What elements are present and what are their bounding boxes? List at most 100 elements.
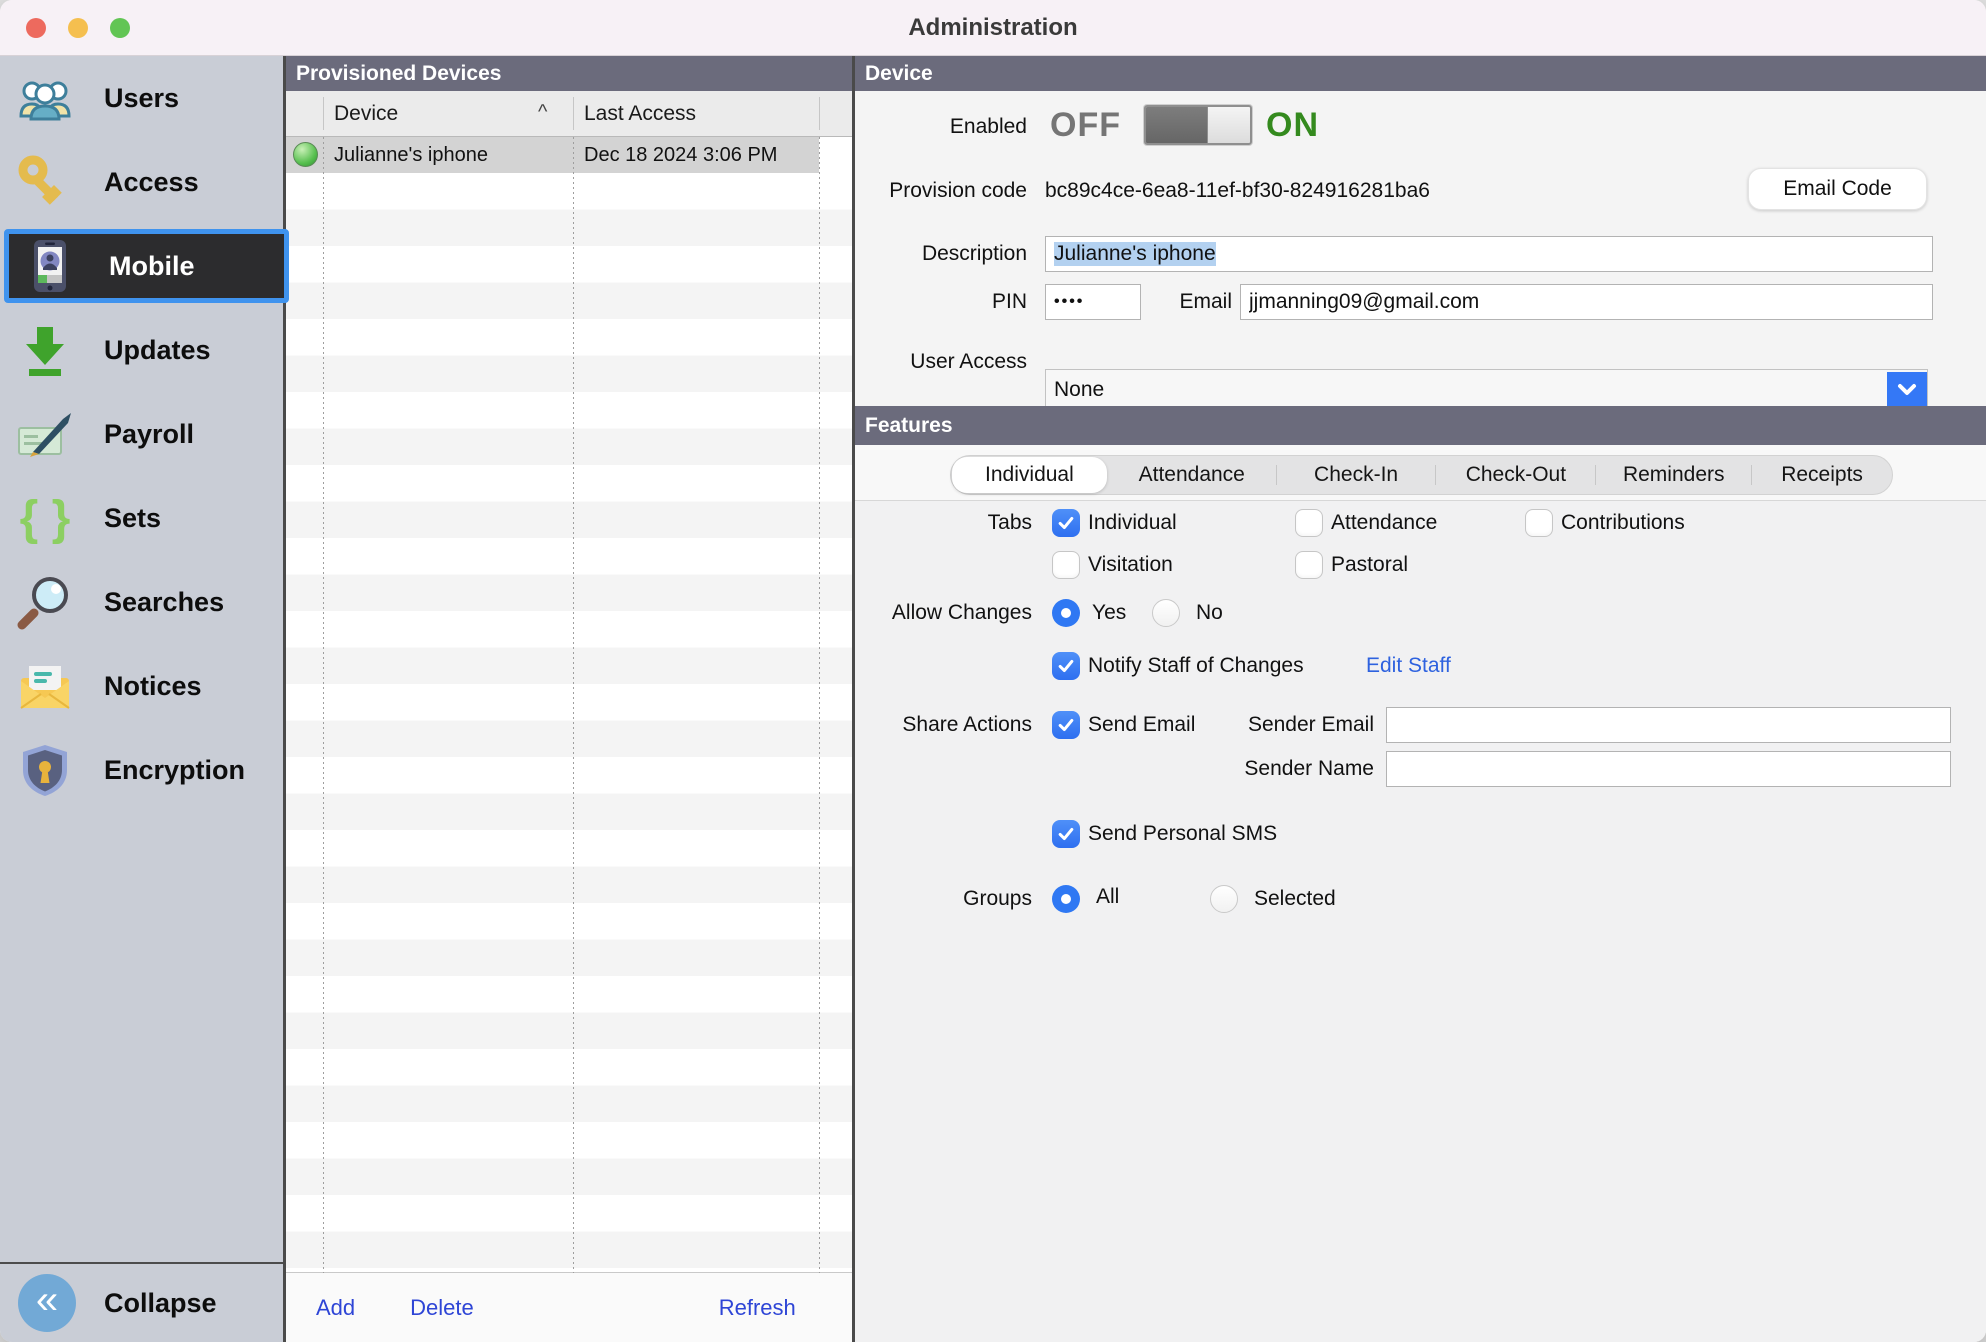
sidebar-item-access[interactable]: Access (0, 140, 283, 224)
radio-no-label: No (1196, 599, 1223, 627)
sidebar-item-updates[interactable]: Updates (0, 308, 283, 392)
check-pen-icon (16, 405, 74, 463)
add-device-button[interactable]: Add (316, 1295, 355, 1321)
provisioned-devices-panel: Provisioned Devices Device ^ Last Access… (286, 56, 852, 1342)
sidebar-item-users[interactable]: Users (0, 56, 283, 140)
column-gridline (819, 137, 820, 1273)
sidebar-footer: « Collapse (0, 1262, 283, 1342)
last-access-cell: Dec 18 2024 3:06 PM (584, 137, 777, 173)
device-table-header: Device ^ Last Access (286, 91, 852, 137)
sidebar-item-notices[interactable]: Notices (0, 644, 283, 728)
allow-changes-label: Allow Changes (855, 599, 1032, 627)
tab-check-in[interactable]: Check-In (1277, 456, 1436, 494)
description-field[interactable]: Julianne's iphone (1045, 236, 1933, 272)
sender-email-label: Sender Email (1202, 711, 1374, 739)
enabled-off-label[interactable]: OFF (1050, 106, 1121, 145)
toggle-knob[interactable] (1146, 107, 1208, 143)
svg-text:{ }: { } (20, 492, 71, 545)
refresh-devices-button[interactable]: Refresh (719, 1295, 796, 1321)
mobile-icon (21, 237, 79, 295)
provision-code-label: Provision code (855, 177, 1027, 205)
radio-groups-selected[interactable] (1210, 885, 1238, 913)
email-field[interactable] (1240, 284, 1933, 320)
radio-selected-label: Selected (1254, 885, 1336, 913)
tab-receipts[interactable]: Receipts (1752, 456, 1892, 494)
column-separator (323, 97, 324, 130)
radio-allow-changes-yes[interactable] (1052, 599, 1080, 627)
sender-email-field[interactable] (1386, 707, 1951, 743)
checkbox-notify-staff[interactable] (1052, 652, 1080, 680)
tab-reminders[interactable]: Reminders (1596, 456, 1751, 494)
sidebar-item-sets[interactable]: { } Sets (0, 476, 283, 560)
tab-attendance[interactable]: Attendance (1108, 456, 1276, 494)
checkbox-individual[interactable] (1052, 509, 1080, 537)
checkbox-visitation-label: Visitation (1088, 551, 1173, 579)
column-header-device[interactable]: Device (334, 91, 398, 137)
edit-staff-link[interactable]: Edit Staff (1366, 652, 1451, 680)
enabled-label: Enabled (855, 113, 1027, 141)
checkbox-visitation[interactable] (1052, 551, 1080, 579)
magnifier-icon (16, 573, 74, 631)
sidebar-item-label: Sets (104, 503, 161, 534)
sidebar-item-label: Updates (104, 335, 211, 366)
checkbox-contributions[interactable] (1525, 509, 1553, 537)
sidebar-item-payroll[interactable]: Payroll (0, 392, 283, 476)
column-separator (573, 97, 574, 130)
groups-label: Groups (855, 885, 1032, 913)
sidebar-item-label: Notices (104, 671, 202, 702)
sender-name-label: Sender Name (1202, 755, 1374, 783)
sidebar-item-mobile[interactable]: Mobile (4, 229, 289, 303)
enabled-on-label[interactable]: ON (1266, 106, 1319, 145)
checkbox-pastoral[interactable] (1295, 551, 1323, 579)
user-access-label: User Access (855, 348, 1027, 376)
sidebar-item-encryption[interactable]: Encryption (0, 728, 283, 812)
column-header-last-access[interactable]: Last Access (584, 91, 696, 137)
chevron-down-icon[interactable] (1887, 372, 1927, 408)
window-title: Administration (908, 14, 1077, 42)
download-icon (16, 321, 74, 379)
column-separator (819, 97, 820, 130)
radio-allow-changes-no[interactable] (1152, 599, 1180, 627)
device-header: Device (855, 56, 1986, 91)
tab-individual[interactable]: Individual (952, 457, 1107, 493)
tabs-group-label: Tabs (855, 509, 1032, 537)
checkbox-send-sms[interactable] (1052, 820, 1080, 848)
checkbox-send-email[interactable] (1052, 711, 1080, 739)
collapse-label[interactable]: Collapse (104, 1288, 217, 1319)
radio-groups-all[interactable] (1052, 885, 1080, 913)
email-code-button[interactable]: Email Code (1748, 168, 1927, 210)
key-icon (16, 153, 74, 211)
collapse-icon[interactable]: « (18, 1274, 76, 1332)
checkbox-attendance[interactable] (1295, 509, 1323, 537)
enabled-toggle[interactable] (1144, 105, 1252, 145)
tab-check-out[interactable]: Check-Out (1436, 456, 1595, 494)
checkbox-individual-label: Individual (1088, 509, 1177, 537)
sender-name-field[interactable] (1386, 751, 1951, 787)
sidebar-nav: Users Access (0, 56, 283, 1262)
column-gridline (323, 137, 324, 1273)
traffic-lights (26, 18, 130, 38)
administration-window: Administration Us (0, 0, 1986, 1342)
device-table-row[interactable]: Julianne's iphone Dec 18 2024 3:06 PM (286, 137, 819, 173)
zoom-window-button[interactable] (110, 18, 130, 38)
sidebar-item-searches[interactable]: Searches (0, 560, 283, 644)
users-icon (16, 69, 74, 127)
sidebar-item-label: Mobile (109, 251, 195, 282)
features-tabbar: Individual Attendance Check-In Check-Out… (950, 455, 1893, 495)
column-gridline (573, 137, 574, 1273)
online-status-icon (293, 142, 318, 167)
close-window-button[interactable] (26, 18, 46, 38)
delete-device-button[interactable]: Delete (410, 1295, 474, 1321)
minimize-window-button[interactable] (68, 18, 88, 38)
checkbox-contributions-label: Contributions (1561, 509, 1685, 537)
radio-all-label: All (1096, 883, 1119, 911)
sidebar: Users Access (0, 56, 283, 1342)
devices-footer: Add Delete Refresh (286, 1273, 852, 1342)
user-access-dropdown[interactable]: None (1045, 369, 1928, 411)
sort-ascending-icon[interactable]: ^ (538, 91, 547, 137)
description-label: Description (855, 240, 1027, 268)
features-header: Features (855, 406, 1986, 445)
title-bar: Administration (0, 0, 1986, 56)
selected-text: Julianne's iphone (1054, 242, 1216, 266)
device-table-empty-rows (286, 173, 852, 1273)
